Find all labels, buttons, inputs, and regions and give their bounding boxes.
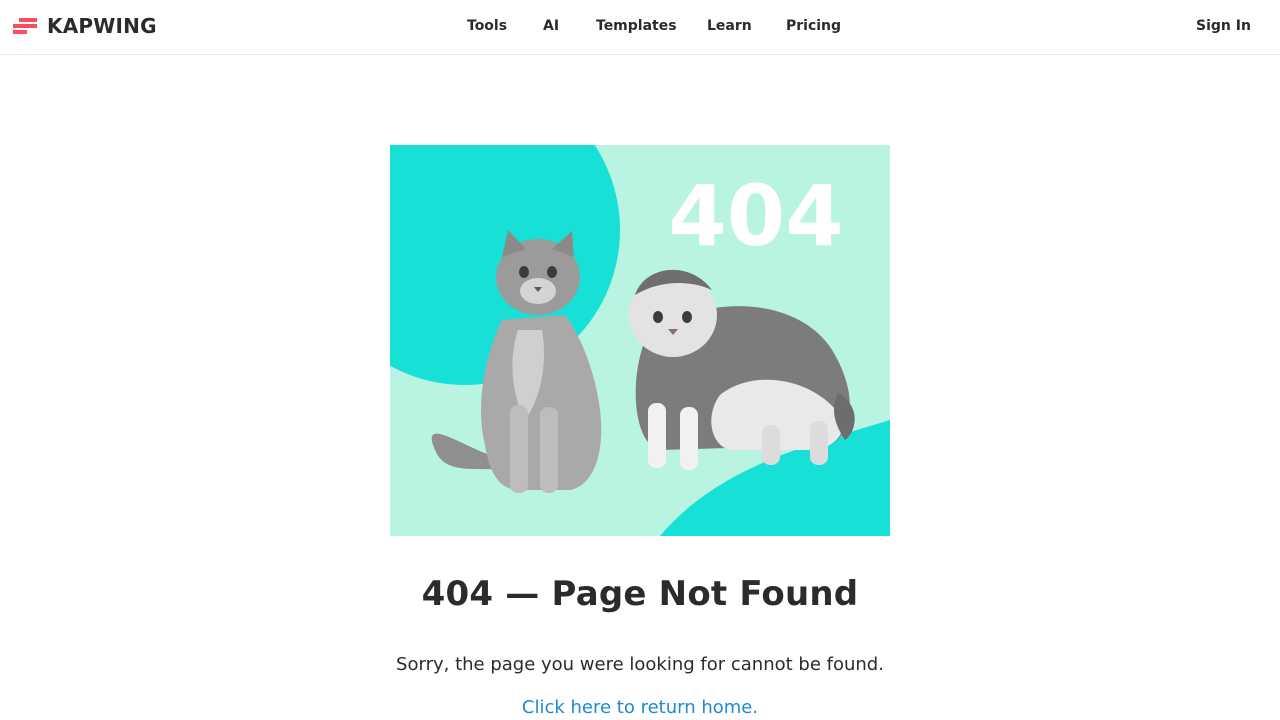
nav-link-templates[interactable]: Templates <box>596 18 677 34</box>
error-message: Sorry, the page you were looking for can… <box>396 654 884 675</box>
kapwing-logo-icon <box>13 18 37 34</box>
top-navbar: KAPWING Tools AI Templates Learn Pricing… <box>0 0 1280 55</box>
cats-404-graphic: 404 <box>390 145 890 536</box>
sign-in-link[interactable]: Sign In <box>1196 18 1251 34</box>
nav-link-tools[interactable]: Tools <box>467 18 507 34</box>
kapwing-logo-link[interactable]: KAPWING <box>13 14 157 38</box>
nav-link-learn[interactable]: Learn <box>707 18 752 34</box>
main-navigation: Tools AI Templates Learn Pricing <box>0 0 1280 55</box>
404-cats-illustration: 404 <box>390 145 890 536</box>
page-title: 404 — Page Not Found <box>421 574 859 614</box>
hero-404-text: 404 <box>668 167 843 265</box>
return-home-link[interactable]: Click here to return home. <box>0 697 1280 718</box>
nav-link-ai[interactable]: AI <box>543 18 559 34</box>
logo-text: KAPWING <box>47 14 157 38</box>
nav-link-pricing[interactable]: Pricing <box>786 18 841 34</box>
